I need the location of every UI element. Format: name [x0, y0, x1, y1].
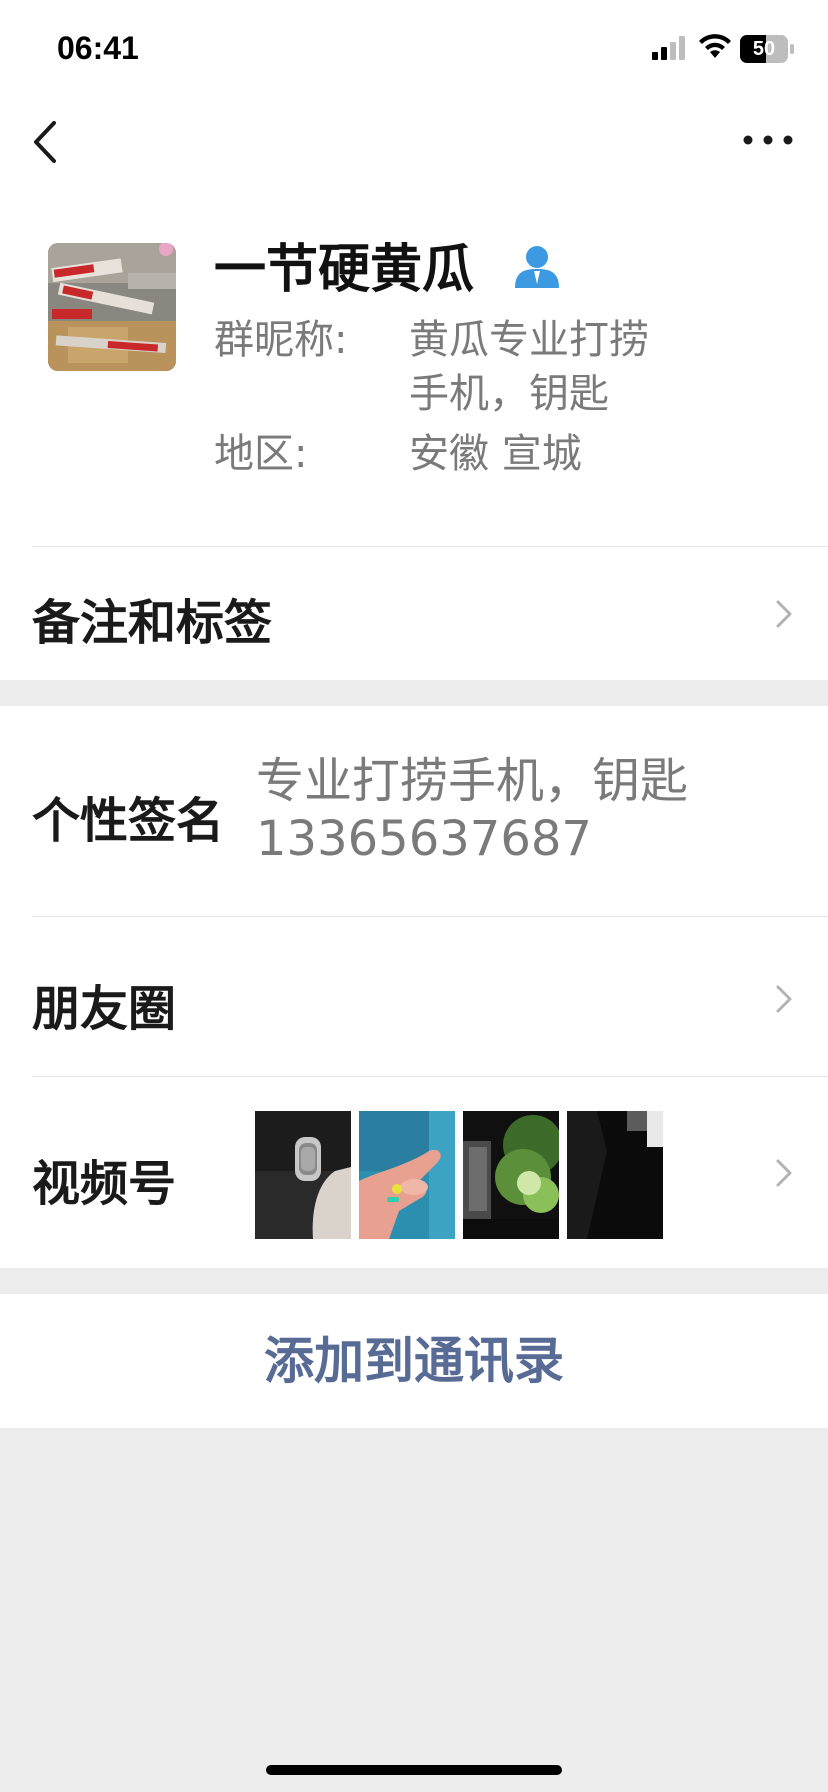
profile-name: 一节硬黄瓜 [214, 240, 475, 300]
channel-thumbnail[interactable] [255, 1111, 351, 1239]
battery-icon: 50 [740, 35, 796, 67]
moments-label: 朋友圈 [32, 981, 177, 1037]
home-indicator [266, 1765, 562, 1775]
chevron-right-icon [776, 985, 792, 1013]
status-bar: 06:41 50 [0, 0, 828, 100]
channel-thumbnail[interactable] [463, 1111, 559, 1239]
channels-label: 视频号 [32, 1156, 177, 1212]
group-nickname-label: 群昵称: [214, 317, 348, 363]
signature-label: 个性签名 [32, 793, 225, 849]
remarks-tags-label: 备注和标签 [32, 595, 273, 651]
cellular-signal-icon [652, 36, 685, 60]
region-label: 地区: [214, 431, 308, 477]
avatar[interactable] [48, 243, 176, 371]
wifi-icon [699, 34, 731, 58]
add-to-contacts-button[interactable]: 添加到通讯录 [0, 1294, 828, 1428]
region-value: 安徽 宣城 [409, 431, 582, 477]
more-dots-icon[interactable] [740, 120, 796, 160]
person-badge-icon [515, 246, 559, 288]
chevron-right-icon [776, 1159, 792, 1187]
status-time: 06:41 [57, 30, 139, 66]
chevron-left-icon[interactable] [28, 115, 68, 169]
chevron-right-icon [776, 600, 792, 628]
channel-thumbnail[interactable] [567, 1111, 663, 1239]
signature-line1: 专业打捞手机，钥匙 [256, 753, 689, 809]
battery-level: 50 [752, 38, 776, 60]
group-nickname-line2: 手机，钥匙 [409, 371, 609, 417]
signature-text: 专业打捞手机，钥匙 13365637687 [256, 752, 776, 868]
group-nickname-line1: 黄瓜专业打捞 [409, 317, 649, 363]
signature-line2: 13365637687 [256, 811, 592, 867]
channel-thumbnail[interactable] [359, 1111, 455, 1239]
